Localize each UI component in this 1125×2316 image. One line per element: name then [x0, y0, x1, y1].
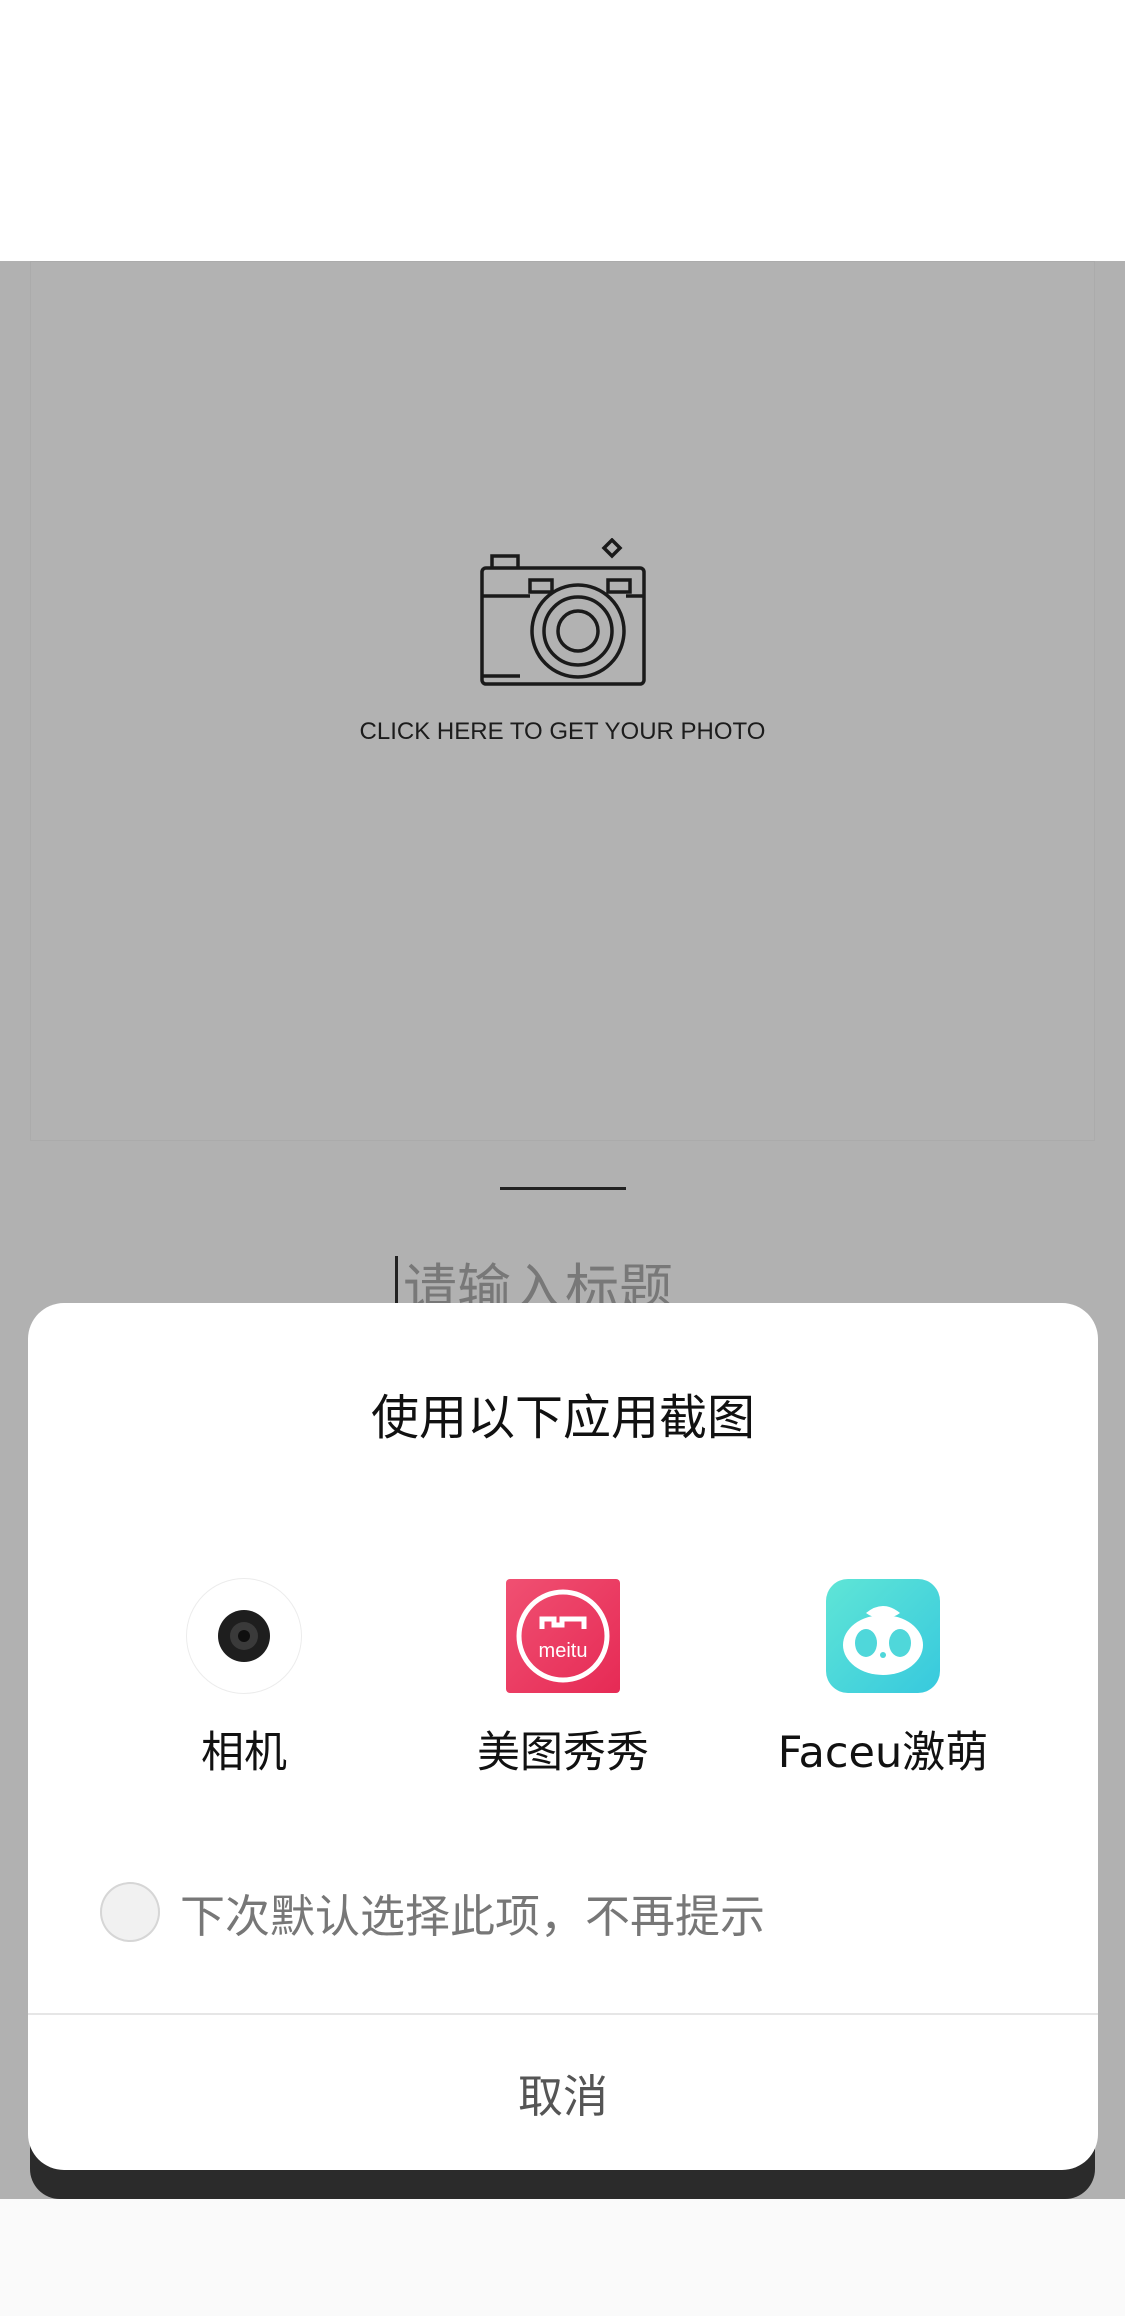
faceu-icon — [826, 1579, 940, 1693]
app-option-meitu[interactable]: meitu 美图秀秀 — [403, 1579, 723, 1781]
title-input[interactable]: 请输入标题 — [395, 1250, 735, 1306]
meitu-icon: meitu — [506, 1579, 620, 1693]
bottom-safe-area — [0, 2199, 1125, 2316]
app-option-camera[interactable]: 相机 — [84, 1579, 404, 1781]
app-chooser-sheet: 使用以下应用截图 相机 meitu 美图秀秀 Faceu激萌 下次默认选择此项，… — [28, 1303, 1098, 2170]
default-choice-radio[interactable] — [100, 1882, 160, 1942]
app-label-camera: 相机 — [201, 1728, 287, 1778]
app-option-faceu[interactable]: Faceu激萌 — [723, 1579, 1043, 1781]
app-label-meitu: 美图秀秀 — [477, 1728, 649, 1778]
title-placeholder: 请输入标题 — [403, 1258, 673, 1306]
photo-picker-area[interactable] — [30, 261, 1095, 1141]
text-cursor — [395, 1256, 398, 1306]
default-choice-option[interactable]: 下次默认选择此项，不再提示 — [100, 1880, 765, 1944]
cancel-label: 取消 — [517, 2070, 608, 2123]
title-divider — [500, 1187, 626, 1190]
camera-icon — [480, 538, 646, 686]
default-choice-label: 下次默认选择此项，不再提示 — [180, 1889, 766, 1943]
sheet-title: 使用以下应用截图 — [370, 1390, 755, 1446]
cancel-button[interactable]: 取消 — [28, 2015, 1098, 2170]
app-label-faceu: Faceu激萌 — [777, 1728, 989, 1778]
meitu-icon-text: meitu — [539, 1640, 588, 1662]
photo-caption: CLICK HERE TO GET YOUR PHOTO — [359, 718, 766, 745]
camera-lens-icon — [187, 1579, 301, 1693]
